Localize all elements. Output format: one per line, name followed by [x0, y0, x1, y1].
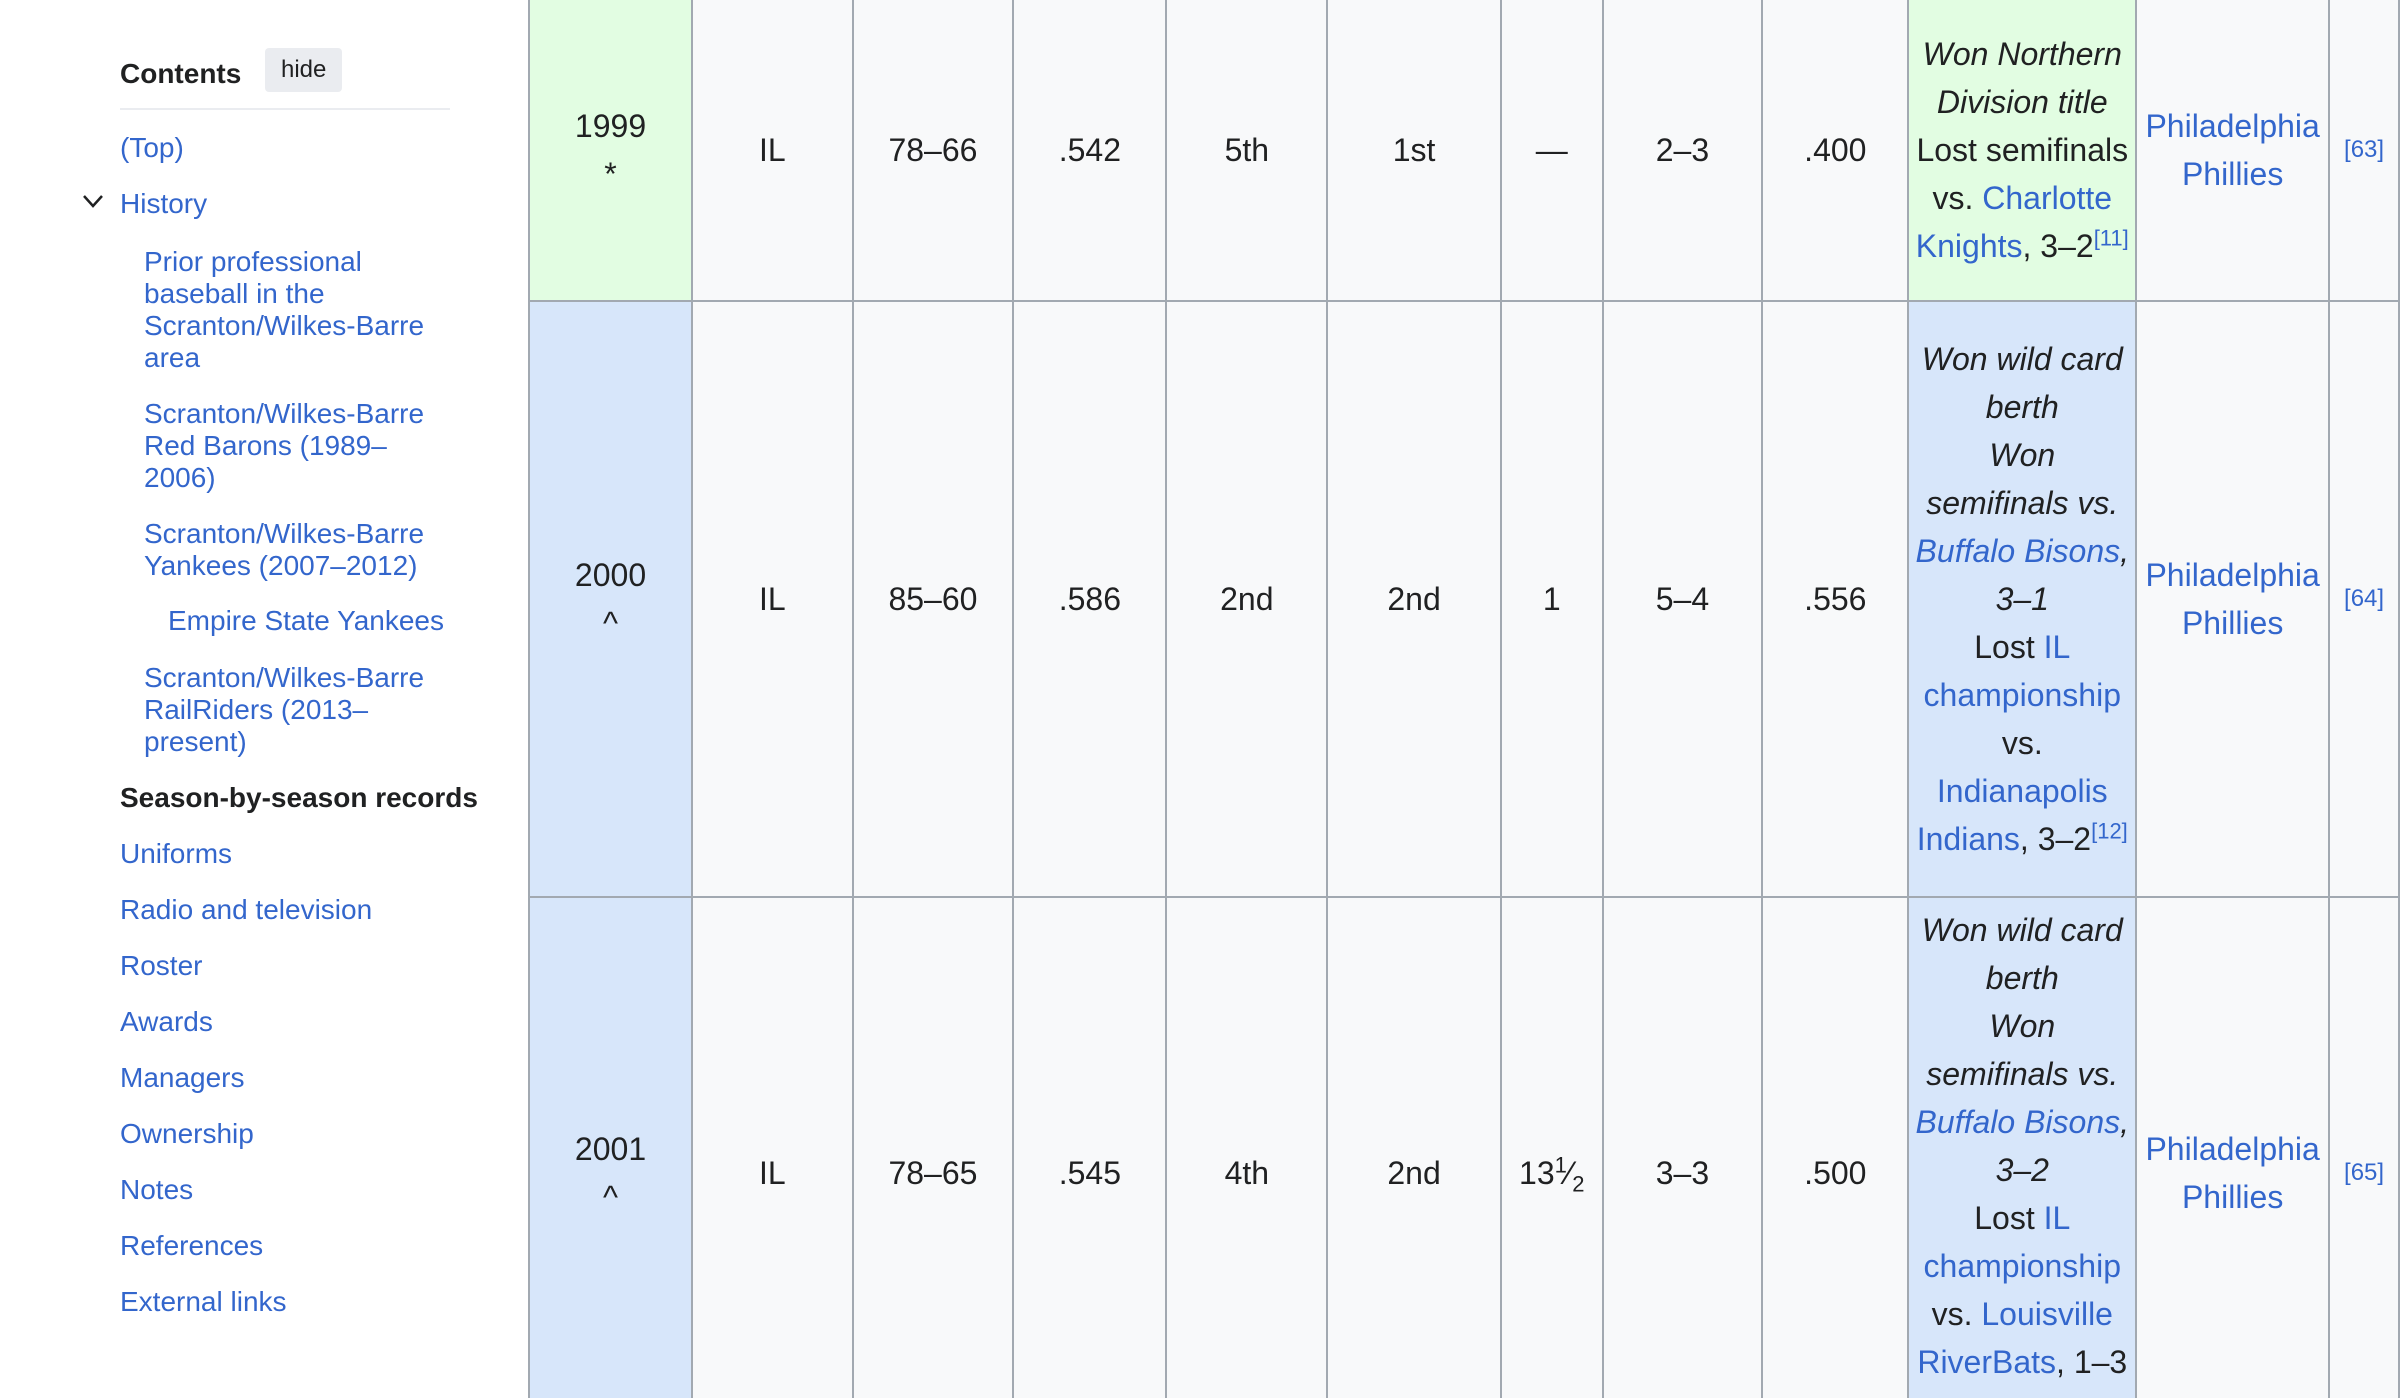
toc-item-managers[interactable]: Managers	[120, 1062, 245, 1094]
toc-item-roster[interactable]: Roster	[120, 950, 202, 982]
postseason-cell: Won wild card berth Won semifinals vs. B…	[1907, 896, 2138, 1398]
toc-subitem-swb-yankees[interactable]: Scranton/Wilkes-Barre Yankees (2007–2012…	[144, 518, 444, 582]
postseason-text: Lost	[1974, 1200, 2035, 1236]
opponent-link[interactable]: Buffalo Bisons	[1916, 533, 2121, 569]
toc-subitem-prior-baseball[interactable]: Prior professional baseball in the Scran…	[144, 246, 444, 374]
division-finish-cell: 2nd	[1326, 300, 1502, 898]
season-year-cell[interactable]: 1999 *	[528, 0, 694, 302]
citation-link[interactable]: [64]	[2344, 585, 2384, 612]
playoff-pct-cell: .500	[1761, 896, 1910, 1398]
gb-denominator: 2	[1572, 1171, 1585, 1197]
toc-header: Contents hide	[120, 48, 450, 110]
division-finish-cell: 2nd	[1326, 896, 1502, 1398]
table-of-contents: Contents hide (Top) History Prior profes…	[0, 0, 528, 1398]
season-year: 2001	[574, 1131, 647, 1167]
postseason-note: Won Northern Division title	[1922, 36, 2122, 120]
table-row: 2001 ^ IL 78–65 .545 4th 2nd 131⁄2 3–3 .…	[528, 896, 2400, 1398]
postseason-text: vs.	[1931, 1296, 1973, 1332]
citation-link[interactable]: [12]	[2091, 818, 2128, 843]
record-cell: 85–60	[851, 300, 1015, 898]
division-finish-cell: 1st	[1326, 0, 1502, 302]
toc-item-uniforms[interactable]: Uniforms	[120, 838, 232, 870]
postseason-note: Won wild card berth	[1921, 341, 2123, 425]
postseason-text: vs.	[2001, 725, 2043, 761]
record-cell: 78–65	[851, 896, 1015, 1398]
games-behind-cell: —	[1499, 0, 1604, 302]
series-result: , 3–2	[2022, 228, 2094, 264]
win-pct-cell: .542	[1012, 0, 1168, 302]
gb-whole: 13	[1519, 1155, 1555, 1191]
season-year-cell[interactable]: 2001 ^	[528, 896, 694, 1398]
league-finish-cell: 4th	[1165, 896, 1329, 1398]
playoff-pct-cell: .556	[1761, 300, 1910, 898]
reference-cell: [63]	[2328, 0, 2400, 302]
citation-link[interactable]: [63]	[2344, 136, 2384, 163]
season-year: 2000	[574, 557, 647, 593]
affiliate-link[interactable]: Philadelphia Phillies	[2145, 557, 2319, 641]
affiliate-cell: Philadelphia Phillies	[2135, 0, 2331, 302]
league-finish-cell: 5th	[1165, 0, 1329, 302]
toc-item-ownership[interactable]: Ownership	[120, 1118, 254, 1150]
citation-link[interactable]: [11]	[2094, 225, 2129, 250]
games-behind-fraction: 131⁄2	[1519, 1152, 1585, 1197]
toc-subitem-red-barons[interactable]: Scranton/Wilkes-Barre Red Barons (1989–2…	[144, 398, 444, 494]
postseason-note: Won wild card berth	[1921, 912, 2123, 996]
toc-item-notes[interactable]: Notes	[120, 1174, 193, 1206]
gb-numerator: 1	[1554, 1152, 1567, 1178]
toc-hide-button[interactable]: hide	[265, 48, 343, 92]
season-records-table-viewport[interactable]: 1999 * IL 78–66 .542 5th 1st — 2–3 .400 …	[528, 0, 2400, 1398]
opponent-link[interactable]: Buffalo Bisons	[1916, 1104, 2121, 1140]
table-row: 2000 ^ IL 85–60 .586 2nd 2nd 1 5–4 .556 …	[528, 300, 2400, 898]
toc-item-history[interactable]: History	[120, 188, 207, 220]
season-year: 1999	[574, 108, 647, 144]
playoff-record-cell: 3–3	[1601, 896, 1764, 1398]
league-cell: IL	[691, 896, 854, 1398]
postseason-text: Lost	[1974, 629, 2035, 665]
season-year-cell[interactable]: 2000 ^	[528, 300, 694, 898]
reference-cell: [64]	[2328, 300, 2400, 898]
affiliate-link[interactable]: Philadelphia Phillies	[2145, 108, 2319, 192]
playoff-record-cell: 2–3	[1601, 0, 1764, 302]
postseason-text: Won semifinals vs.	[1926, 437, 2119, 521]
toc-item-radio-television[interactable]: Radio and television	[120, 894, 372, 926]
reference-cell: [65]	[2328, 896, 2400, 1398]
postseason-text: Won semifinals vs.	[1926, 1008, 2119, 1092]
series-result: , 3–2	[2019, 821, 2092, 857]
table-row: 1999 * IL 78–66 .542 5th 1st — 2–3 .400 …	[528, 0, 2400, 302]
series-result: , 1–3	[2056, 1344, 2128, 1380]
toc-subitem-empire-state-yankees[interactable]: Empire State Yankees	[168, 605, 468, 637]
playoff-pct-cell: .400	[1761, 0, 1910, 302]
toc-subitem-railriders[interactable]: Scranton/Wilkes-Barre RailRiders (2013–p…	[144, 662, 444, 758]
win-pct-cell: .586	[1012, 300, 1168, 898]
toc-item-references[interactable]: References	[120, 1230, 263, 1262]
games-behind-cell: 131⁄2	[1499, 896, 1604, 1398]
league-cell: IL	[691, 0, 854, 302]
season-records-table: 1999 * IL 78–66 .542 5th 1st — 2–3 .400 …	[528, 0, 2400, 1398]
toc-item-top[interactable]: (Top)	[120, 132, 184, 164]
citation-link[interactable]: [65]	[2344, 1159, 2384, 1186]
toc-item-external-links[interactable]: External links	[120, 1286, 287, 1318]
season-mark: ^	[603, 1179, 619, 1215]
affiliate-cell: Philadelphia Phillies	[2135, 300, 2331, 898]
games-behind-cell: 1	[1499, 300, 1604, 898]
season-mark: *	[604, 156, 617, 192]
win-pct-cell: .545	[1012, 896, 1168, 1398]
postseason-cell: Won wild card berth Won semifinals vs. B…	[1907, 300, 2138, 898]
league-cell: IL	[691, 300, 854, 898]
toc-item-season-records[interactable]: Season-by-season records	[120, 782, 478, 814]
affiliate-cell: Philadelphia Phillies	[2135, 896, 2331, 1398]
record-cell: 78–66	[851, 0, 1015, 302]
playoff-record-cell: 5–4	[1601, 300, 1764, 898]
season-mark: ^	[603, 605, 619, 641]
toc-item-awards[interactable]: Awards	[120, 1006, 213, 1038]
postseason-cell: Won Northern Division title Lost semifin…	[1907, 0, 2138, 302]
affiliate-link[interactable]: Philadelphia Phillies	[2145, 1131, 2319, 1215]
league-finish-cell: 2nd	[1165, 300, 1329, 898]
toc-title: Contents	[120, 58, 242, 89]
chevron-down-icon[interactable]	[80, 188, 106, 214]
